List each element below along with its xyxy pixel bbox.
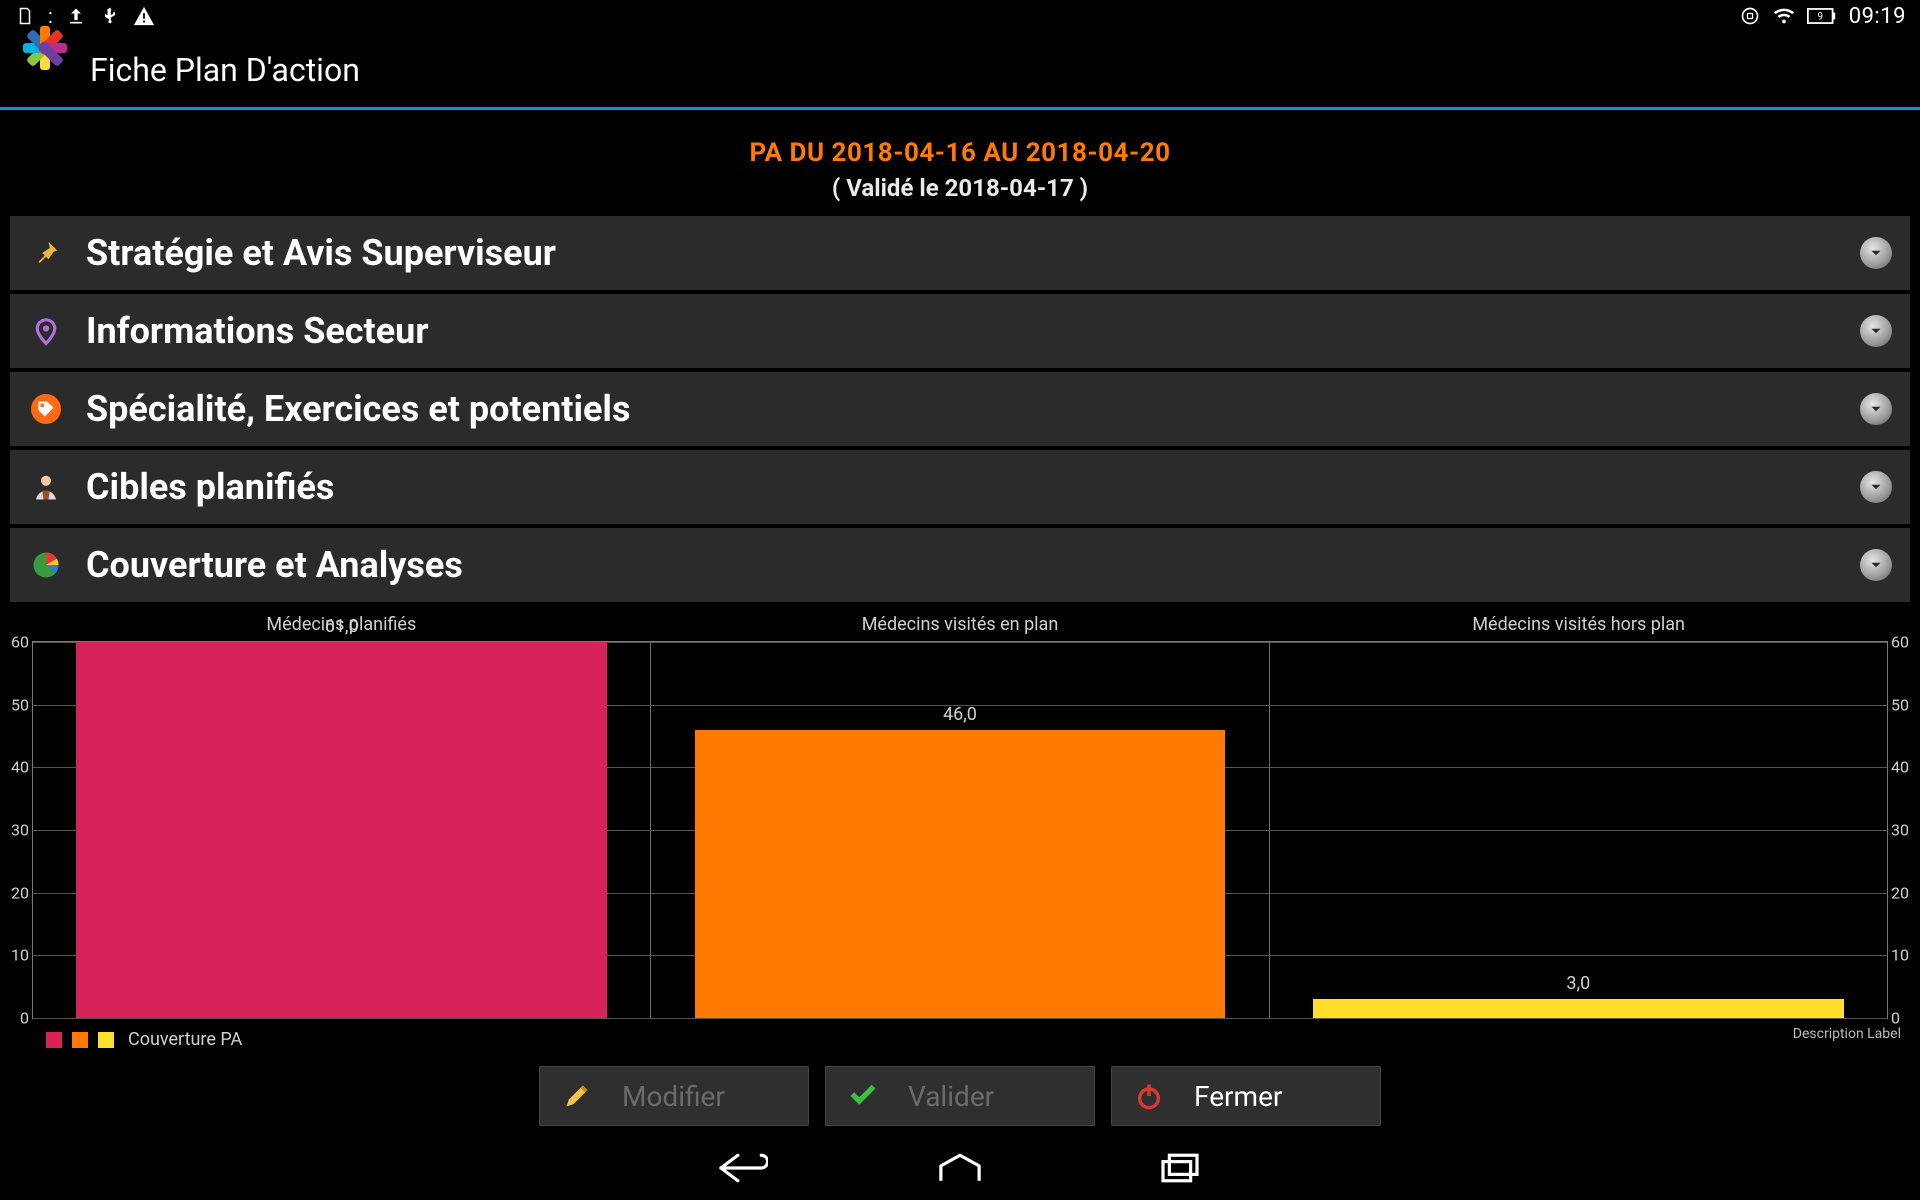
pie-icon xyxy=(28,547,64,583)
chart-bar: 46,0 xyxy=(695,730,1226,1018)
acc-label: Spécialité, Exercices et potentiels xyxy=(86,388,630,430)
chevron-down-icon xyxy=(1860,237,1892,269)
y-tick: 30 xyxy=(11,821,29,840)
acc-cibles[interactable]: Cibles planifiés xyxy=(10,450,1910,524)
y-tick: 50 xyxy=(11,695,29,714)
y-tick: 30 xyxy=(1891,821,1909,840)
battery-icon: 9 xyxy=(1807,5,1837,27)
acc-label: Cibles planifiés xyxy=(86,466,334,508)
chart-bar: 3,0 xyxy=(1313,999,1844,1018)
status-clock: 09:19 xyxy=(1849,4,1906,29)
pin-icon xyxy=(28,235,64,271)
chevron-down-icon xyxy=(1860,393,1892,425)
acc-specialite[interactable]: Spécialité, Exercices et potentiels xyxy=(10,372,1910,446)
tag-icon xyxy=(28,391,64,427)
chart-bar-value: 61,0 xyxy=(76,616,607,637)
y-tick: 20 xyxy=(11,883,29,902)
usb-icon xyxy=(99,5,121,27)
chevron-down-icon xyxy=(1860,549,1892,581)
power-icon xyxy=(1132,1079,1166,1113)
status-dots: : xyxy=(48,4,53,28)
headline: PA DU 2018-04-16 AU 2018-04-20 ( Validé … xyxy=(6,110,1914,212)
y-tick: 60 xyxy=(1891,633,1909,652)
android-nav-bar xyxy=(0,1136,1920,1200)
accordion: Stratégie et Avis Superviseur Informatio… xyxy=(6,216,1914,602)
location-icon xyxy=(28,313,64,349)
legend-text: Couverture PA xyxy=(128,1029,242,1050)
chart-plot-area: 0102030405060 0102030405060 61,046,03,0 … xyxy=(32,641,1888,1019)
legend-swatch xyxy=(46,1032,62,1048)
acc-label: Informations Secteur xyxy=(86,310,429,352)
acc-couverture[interactable]: Couverture et Analyses xyxy=(10,528,1910,602)
y-tick: 40 xyxy=(1891,758,1909,777)
chart: Médecins planifiés Médecins visités en p… xyxy=(6,606,1914,1054)
acc-strategie[interactable]: Stratégie et Avis Superviseur xyxy=(10,216,1910,290)
nav-recents-button[interactable] xyxy=(1150,1148,1210,1188)
button-label: Fermer xyxy=(1194,1080,1282,1113)
acc-label: Couverture et Analyses xyxy=(86,544,463,586)
check-icon xyxy=(846,1079,880,1113)
chart-legend: Couverture PA xyxy=(32,1019,1888,1050)
chart-bar: 61,0 xyxy=(76,642,607,1018)
chevron-down-icon xyxy=(1860,315,1892,347)
chevron-down-icon xyxy=(1860,471,1892,503)
close-button[interactable]: Fermer xyxy=(1111,1066,1381,1126)
button-label: Modifier xyxy=(622,1080,725,1113)
legend-swatch xyxy=(72,1032,88,1048)
chart-bar-value: 46,0 xyxy=(695,704,1226,725)
nav-back-button[interactable] xyxy=(710,1148,770,1188)
y-tick: 20 xyxy=(1891,883,1909,902)
button-label: Valider xyxy=(908,1080,994,1113)
legend-swatch xyxy=(98,1032,114,1048)
wifi-icon xyxy=(1773,5,1795,27)
rotate-lock-icon xyxy=(1739,5,1761,27)
chart-bar-value: 3,0 xyxy=(1313,973,1844,994)
acc-informations[interactable]: Informations Secteur xyxy=(10,294,1910,368)
y-tick: 50 xyxy=(1891,695,1909,714)
headline-validated: ( Validé le 2018-04-17 ) xyxy=(6,174,1914,202)
y-tick: 60 xyxy=(11,633,29,652)
svg-text:9: 9 xyxy=(1817,12,1822,23)
chart-category-1: Médecins visités en plan xyxy=(651,614,1270,635)
app-bar: Fiche Plan D'action xyxy=(0,32,1920,110)
y-tick: 0 xyxy=(1891,1009,1900,1028)
chart-description-label: Description Label xyxy=(1793,1026,1901,1042)
acc-label: Stratégie et Avis Superviseur xyxy=(86,232,556,274)
upload-icon xyxy=(65,5,87,27)
modify-button[interactable]: Modifier xyxy=(539,1066,809,1126)
chart-category-2: Médecins visités hors plan xyxy=(1269,614,1888,635)
sdcard-icon xyxy=(14,5,36,27)
y-tick: 10 xyxy=(1891,946,1909,965)
y-tick: 10 xyxy=(11,946,29,965)
validate-button[interactable]: Valider xyxy=(825,1066,1095,1126)
app-title: Fiche Plan D'action xyxy=(90,51,360,89)
y-tick: 40 xyxy=(11,758,29,777)
app-logo-icon xyxy=(14,39,76,101)
y-tick: 0 xyxy=(20,1009,29,1028)
warning-icon xyxy=(133,5,155,27)
nav-home-button[interactable] xyxy=(930,1148,990,1188)
pencil-icon xyxy=(560,1079,594,1113)
headline-period: PA DU 2018-04-16 AU 2018-04-20 xyxy=(6,138,1914,168)
person-icon xyxy=(28,469,64,505)
status-bar: : 9 09:19 xyxy=(0,0,1920,32)
action-bar: Modifier Valider Fermer xyxy=(0,1056,1920,1136)
